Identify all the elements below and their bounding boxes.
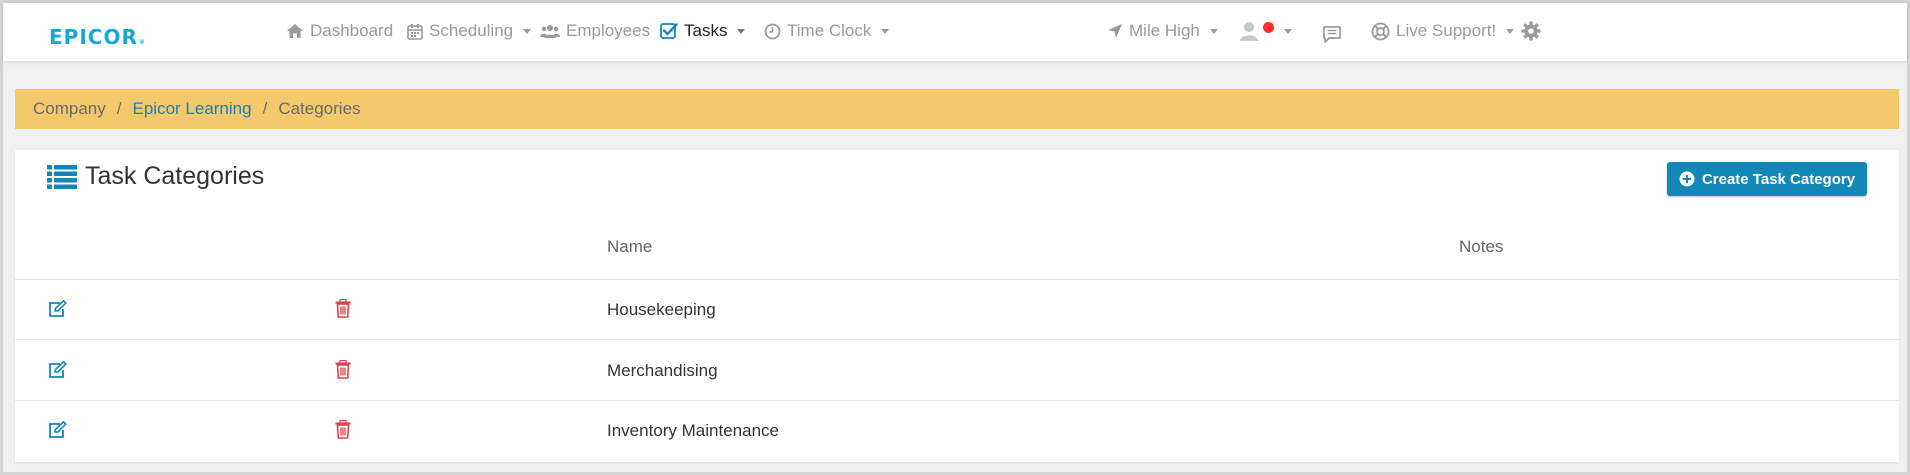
breadcrumb-company: Company bbox=[33, 99, 106, 118]
user-menu[interactable] bbox=[1239, 19, 1292, 43]
nav-tasks[interactable]: Tasks bbox=[660, 19, 746, 43]
task-categories-card: Task Categories Create Task Category Nam… bbox=[15, 150, 1899, 462]
breadcrumb: Company / Epicor Learning / Categories bbox=[15, 89, 1899, 129]
nav-time-clock[interactable]: Time Clock bbox=[764, 19, 890, 43]
create-task-category-label: Create Task Category bbox=[1701, 170, 1856, 188]
page-title-text: Task Categories bbox=[85, 162, 265, 190]
settings-button[interactable] bbox=[1521, 19, 1541, 43]
column-header-notes[interactable]: Notes bbox=[1459, 237, 1503, 257]
gear-icon bbox=[1521, 21, 1541, 41]
user-avatar-icon bbox=[1240, 22, 1258, 41]
location-selector[interactable]: Mile High bbox=[1107, 19, 1218, 43]
home-icon bbox=[287, 24, 303, 38]
breadcrumb-separator: / bbox=[262, 99, 268, 118]
edit-icon[interactable] bbox=[47, 300, 67, 323]
breadcrumb-separator: / bbox=[116, 99, 122, 118]
life-ring-icon bbox=[1371, 22, 1390, 40]
edit-icon[interactable] bbox=[47, 361, 67, 384]
create-task-category-button[interactable]: Create Task Category bbox=[1667, 162, 1867, 196]
chevron-down-icon bbox=[1284, 28, 1292, 34]
live-support-menu[interactable]: Live Support! bbox=[1371, 19, 1515, 43]
chevron-down-icon bbox=[523, 28, 532, 34]
table-row: Housekeeping bbox=[15, 280, 1899, 340]
category-name: Housekeeping bbox=[607, 300, 716, 319]
chevron-down-icon bbox=[737, 28, 746, 34]
nav-dashboard[interactable]: Dashboard bbox=[286, 19, 393, 43]
nav-time-clock-label: Time Clock bbox=[787, 21, 872, 40]
breadcrumb-current: Categories bbox=[278, 99, 361, 118]
chevron-down-icon bbox=[1506, 28, 1515, 34]
nav-employees-label: Employees bbox=[566, 21, 651, 40]
list-icon bbox=[47, 164, 77, 189]
column-header-name[interactable]: Name bbox=[607, 237, 652, 257]
nav-scheduling-label: Scheduling bbox=[429, 21, 514, 40]
page-title: Task Categories bbox=[47, 162, 264, 191]
category-name: Inventory Maintenance bbox=[607, 421, 779, 440]
edit-icon[interactable] bbox=[47, 421, 67, 444]
table-row: Inventory Maintenance bbox=[15, 401, 1899, 461]
chevron-down-icon bbox=[881, 28, 890, 34]
breadcrumb-link-epicor-learning[interactable]: Epicor Learning bbox=[133, 99, 252, 119]
top-navbar: EPICOR® Dashboard Scheduling Employees T… bbox=[3, 3, 1907, 61]
clock-icon bbox=[764, 23, 781, 39]
location-label: Mile High bbox=[1129, 21, 1200, 40]
trash-icon[interactable] bbox=[335, 419, 351, 444]
checkbox-icon bbox=[660, 23, 678, 39]
nav-employees[interactable]: Employees bbox=[540, 19, 650, 43]
table-row: Merchandising bbox=[15, 341, 1899, 401]
chat-icon bbox=[1323, 25, 1341, 43]
trash-icon[interactable] bbox=[335, 298, 351, 323]
nav-scheduling[interactable]: Scheduling bbox=[407, 19, 532, 43]
live-support-label: Live Support! bbox=[1396, 21, 1497, 40]
location-arrow-icon bbox=[1108, 24, 1122, 38]
epicor-logo[interactable]: EPICOR® bbox=[49, 25, 146, 49]
table-body: Housekeeping Merchandising Inventory Mai… bbox=[15, 280, 1899, 462]
nav-dashboard-label: Dashboard bbox=[310, 21, 394, 40]
nav-tasks-label: Tasks bbox=[684, 21, 728, 40]
chat-button[interactable] bbox=[1322, 22, 1342, 46]
category-name: Merchandising bbox=[607, 361, 718, 380]
calendar-icon bbox=[407, 23, 423, 40]
chevron-down-icon bbox=[1209, 28, 1218, 34]
users-icon bbox=[540, 24, 560, 38]
plus-circle-icon bbox=[1679, 171, 1695, 187]
trash-icon[interactable] bbox=[335, 359, 351, 384]
notification-dot bbox=[1263, 21, 1274, 33]
